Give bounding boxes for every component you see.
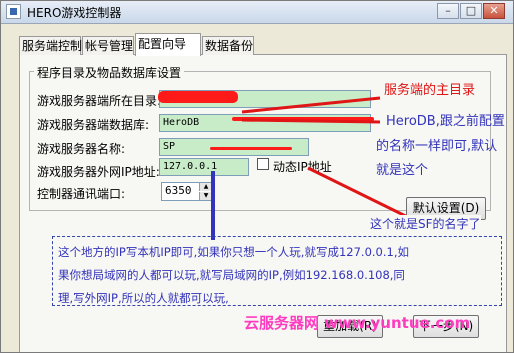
tab-account-management[interactable]: 帐号管理: [82, 36, 134, 55]
app-icon: [6, 4, 21, 19]
spin-down-icon[interactable]: ▼: [199, 192, 212, 200]
title-bar[interactable]: HERO游戏控制器 – □ ✕: [1, 1, 513, 24]
comm-port-value: 6350: [165, 184, 192, 197]
server-name-label: 游戏服务器名称:: [37, 142, 126, 156]
external-ip-label: 游戏服务器外网IP地址:: [37, 165, 160, 179]
redaction-mark: [232, 117, 374, 121]
groupbox-title: 程序目录及物品数据库设置: [34, 64, 185, 81]
annotation-ip-line3: 理,写外网IP,所以的人就都可以玩,: [58, 291, 229, 305]
annotation-herodb-line1: HeroDB,跟之前配置: [386, 114, 505, 129]
close-button[interactable]: ✕: [483, 3, 505, 19]
comm-port-stepper[interactable]: 6350 ▲ ▼: [161, 182, 213, 201]
dynamic-ip-checkbox[interactable]: [257, 158, 269, 170]
window-title: HERO游戏控制器: [27, 6, 122, 20]
annotation-herodb-line3: 就是这个: [376, 163, 429, 178]
annotation-herodb-line2: 的名称一样即可,默认: [376, 139, 498, 154]
dynamic-ip-label: 动态IP地址: [273, 160, 332, 174]
server-db-label: 游戏服务器端数据库:: [37, 118, 150, 132]
comm-port-label: 控制器通讯端口:: [37, 187, 126, 201]
maximize-button[interactable]: □: [460, 3, 482, 19]
spin-up-icon[interactable]: ▲: [199, 183, 212, 191]
tab-config-wizard[interactable]: 配置向导: [135, 33, 201, 56]
watermark: 云服务器网 www.yuntue.com: [244, 314, 471, 332]
annotation-ip-line2: 果你想局域网的人都可以玩,就写局域网的IP,例如192.168.0.108,同: [58, 268, 405, 282]
annotation-server-dir: 服务端的主目录: [384, 83, 476, 98]
annotation-sf-name: 这个就是SF的名字了: [370, 215, 481, 232]
server-dir-label: 游戏服务器端所在目录:: [37, 94, 162, 108]
tab-server-control[interactable]: 服务端控制: [19, 36, 82, 55]
minimize-button[interactable]: –: [437, 3, 459, 19]
tab-data-backup[interactable]: 数据备份: [202, 36, 254, 55]
external-ip-input[interactable]: 127.0.0.1: [159, 158, 249, 176]
redaction-mark: [158, 91, 238, 103]
annotation-ip-line1: 这个地方的IP写本机IP即可,如果你只想一个人玩,就写成127.0.0.1,如: [58, 245, 409, 259]
redaction-mark: [210, 147, 292, 150]
